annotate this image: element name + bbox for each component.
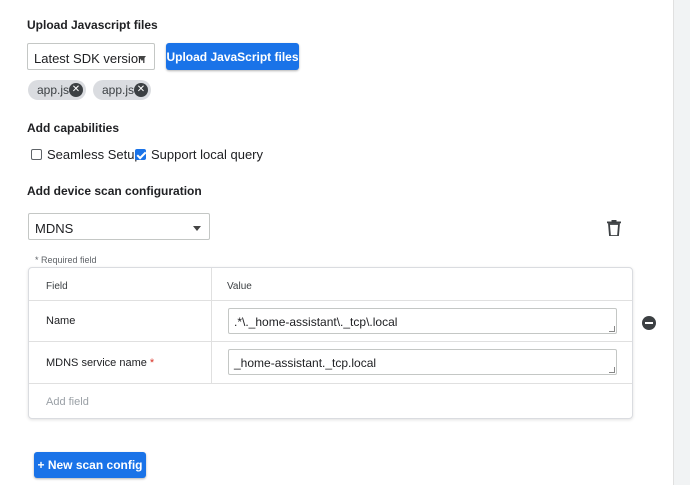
table-row-label: MDNS service name * — [46, 357, 154, 369]
upload-section-title: Upload Javascript files — [27, 18, 158, 32]
scan-type-value: MDNS — [35, 221, 74, 236]
trash-icon[interactable] — [607, 220, 621, 236]
support-local-query-label: Support local query — [151, 147, 264, 162]
row-divider — [29, 341, 632, 342]
sdk-version-select[interactable]: Latest SDK version — [27, 43, 155, 70]
resize-handle-icon[interactable] — [609, 367, 615, 373]
support-local-query-option[interactable]: Support local query — [135, 147, 263, 162]
file-chip-label: app.js — [37, 83, 70, 97]
sdk-version-value: Latest SDK version — [34, 51, 146, 66]
field-name-label: Name — [46, 315, 76, 327]
row-divider — [29, 300, 632, 301]
seamless-setup-option[interactable]: Seamless Setup — [31, 147, 142, 162]
mdns-service-name-text: _home-assistant._tcp.local — [234, 356, 377, 370]
mdns-service-name-label: MDNS service name — [46, 357, 147, 369]
required-field-note: * Required field — [35, 255, 97, 265]
required-marker: * — [149, 357, 155, 369]
table-header-value: Value — [227, 281, 252, 292]
scan-type-select[interactable]: MDNS — [28, 213, 210, 240]
mdns-service-name-input[interactable]: _home-assistant._tcp.local — [228, 349, 617, 375]
capabilities-section-title: Add capabilities — [27, 121, 120, 135]
row-divider — [29, 383, 632, 384]
upload-javascript-button[interactable]: Upload JavaScript files — [166, 43, 299, 70]
scan-fields-table: Field Value Name .*\._home-assistant\._t… — [28, 267, 633, 419]
add-field-input[interactable]: Add field — [46, 396, 89, 408]
file-chip: app.js ✕ — [28, 80, 86, 100]
resize-handle-icon[interactable] — [609, 326, 615, 332]
table-row-label: Name — [46, 315, 75, 327]
right-scroll-edge — [673, 0, 690, 485]
seamless-setup-label: Seamless Setup — [47, 147, 142, 162]
table-header-field: Field — [46, 281, 68, 292]
name-value-input[interactable]: .*\._home-assistant\._tcp\.local — [228, 308, 617, 334]
file-chip-label: app.js — [102, 83, 135, 97]
seamless-setup-checkbox[interactable] — [31, 149, 42, 160]
file-chip: app.js ✕ — [93, 80, 151, 100]
close-icon[interactable]: ✕ — [134, 83, 148, 97]
support-local-query-checkbox[interactable] — [135, 149, 146, 160]
scan-config-section-title: Add device scan configuration — [27, 184, 202, 198]
chevron-down-icon — [138, 56, 146, 61]
new-scan-config-button[interactable]: + New scan config — [34, 452, 146, 478]
column-divider — [211, 268, 212, 383]
close-icon[interactable]: ✕ — [69, 83, 83, 97]
remove-circle-icon[interactable] — [642, 316, 656, 330]
name-value-text: .*\._home-assistant\._tcp\.local — [234, 315, 398, 329]
chevron-down-icon — [193, 226, 201, 231]
